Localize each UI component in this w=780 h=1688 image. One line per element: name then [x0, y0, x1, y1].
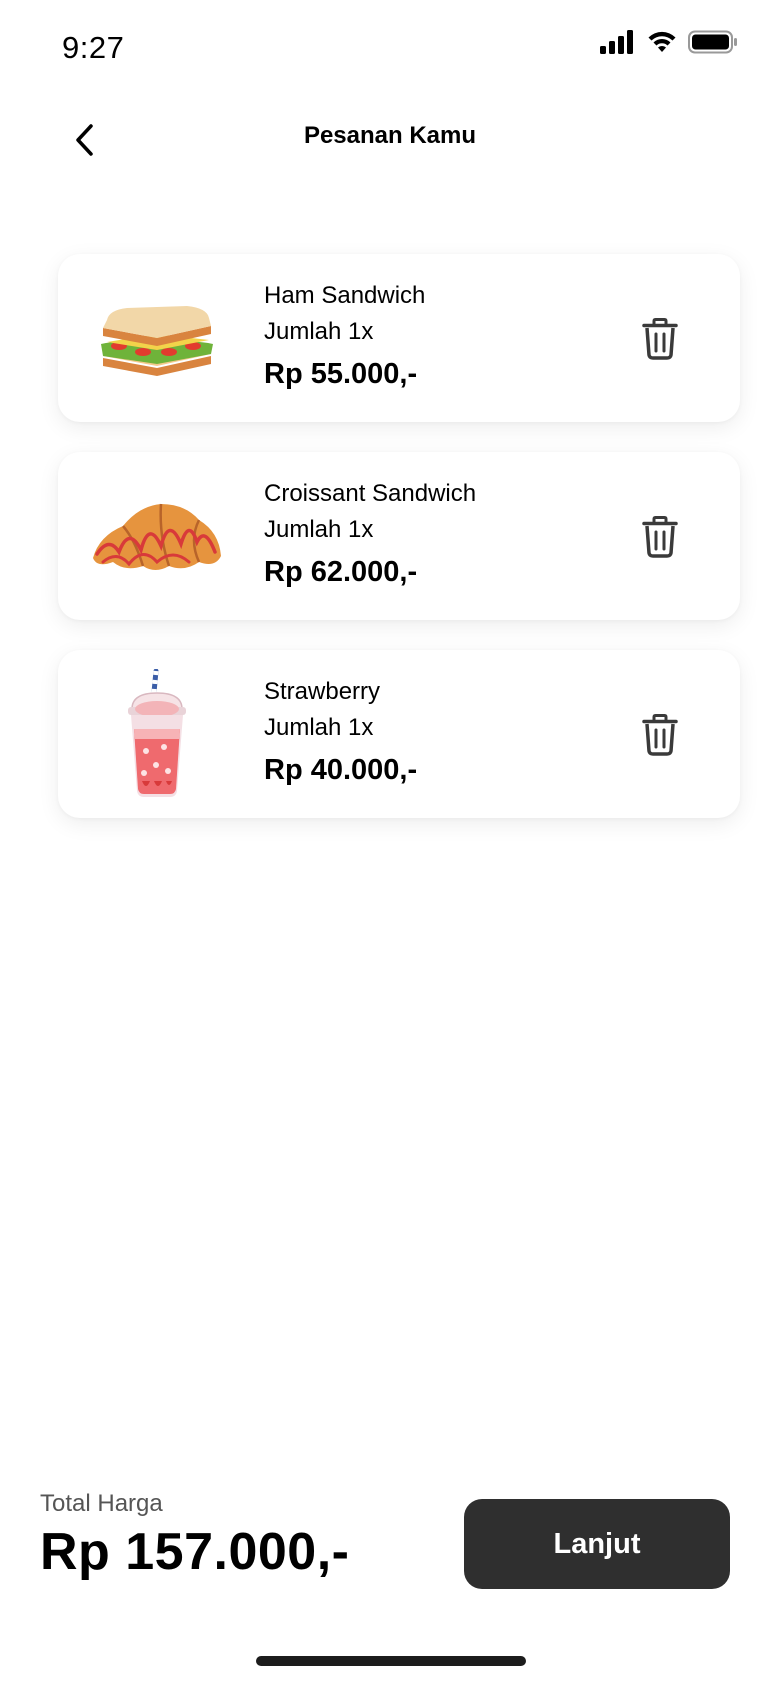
total-value: Rp 157.000,-: [40, 1523, 350, 1581]
page-title: Pesanan Kamu: [303, 122, 477, 149]
item-name: Ham Sandwich: [264, 282, 426, 309]
home-indicator[interactable]: [256, 1656, 526, 1666]
status-icons: [600, 30, 738, 54]
item-price: Rp 55.000,-: [264, 358, 418, 390]
delete-button[interactable]: [638, 316, 682, 362]
croissant-image: [82, 466, 232, 606]
order-card: Strawberry Jumlah 1x Rp 40.000,-: [58, 650, 740, 818]
item-quantity: Jumlah 1x: [264, 318, 374, 345]
trash-icon: [642, 318, 678, 360]
order-card: Croissant Sandwich Jumlah 1x Rp 62.000,-: [58, 452, 740, 620]
order-card: Ham Sandwich Jumlah 1x Rp 55.000,-: [58, 254, 740, 422]
item-quantity: Jumlah 1x: [264, 516, 374, 543]
battery-icon: [688, 30, 737, 54]
continue-button[interactable]: Lanjut: [464, 1499, 730, 1589]
item-quantity: Jumlah 1x: [264, 714, 374, 741]
strawberry-drink-image: [82, 664, 232, 804]
trash-icon: [642, 714, 678, 756]
item-price: Rp 40.000,-: [264, 754, 418, 786]
signal-icon: [600, 30, 633, 54]
item-info: Strawberry Jumlah 1x Rp 40.000,-: [264, 674, 417, 787]
item-name: Strawberry: [264, 678, 381, 705]
total-label: Total Harga: [40, 1490, 163, 1517]
order-list: Ham Sandwich Jumlah 1x Rp 55.000,- Crois…: [58, 254, 740, 848]
wifi-icon: [648, 31, 676, 52]
status-time: 9:27: [62, 30, 125, 65]
delete-button[interactable]: [638, 514, 682, 560]
ham-sandwich-image: [82, 268, 232, 408]
item-name: Croissant Sandwich: [264, 480, 477, 507]
item-info: Ham Sandwich Jumlah 1x Rp 55.000,-: [264, 278, 425, 391]
delete-button[interactable]: [638, 712, 682, 758]
item-price: Rp 62.000,-: [264, 556, 418, 588]
trash-icon: [642, 516, 678, 558]
item-info: Croissant Sandwich Jumlah 1x Rp 62.000,-: [264, 476, 476, 589]
